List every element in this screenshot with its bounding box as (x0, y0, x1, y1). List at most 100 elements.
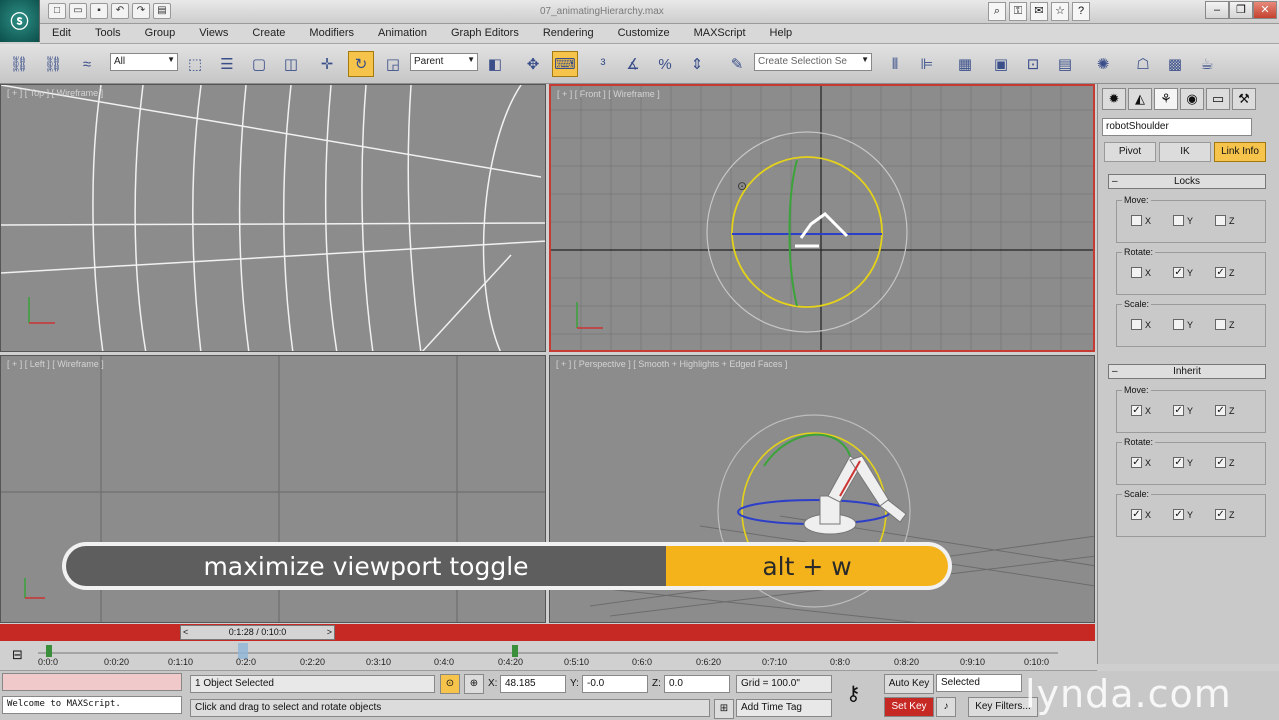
reference-coordinate-dropdown[interactable]: Parent ▼ (410, 53, 478, 71)
viewport-label-top[interactable]: [ + ] [ Top ] [ Wireframe ] (7, 88, 103, 98)
inherit-move-x-checkbox[interactable]: ✓ X (1131, 405, 1151, 416)
inherit-move-z-checkbox[interactable]: ✓ Z (1215, 405, 1235, 416)
redo-icon[interactable]: ↷ (132, 3, 150, 19)
viewport-label-left[interactable]: [ + ] [ Left ] [ Wireframe ] (7, 359, 104, 369)
snaps-toggle-icon[interactable]: ³ (590, 51, 616, 77)
add-time-tag[interactable]: Add Time Tag (736, 699, 832, 717)
absolute-mode-icon[interactable]: ⊕ (464, 674, 484, 694)
x-coordinate-input[interactable]: 48.185 (500, 675, 566, 693)
undo-icon[interactable]: ↶ (111, 3, 129, 19)
key-icon[interactable]: ⚿ (1009, 2, 1027, 21)
unlink-selection-icon[interactable]: ⛓ (40, 51, 66, 77)
inherit-rotate-x-checkbox[interactable]: ✓ X (1131, 457, 1151, 468)
rendered-frame-window-icon[interactable]: ▩ (1162, 51, 1188, 77)
menu-tools[interactable]: Tools (83, 24, 133, 43)
ik-button[interactable]: IK (1159, 142, 1211, 162)
graphite-toolset-icon[interactable]: ▣ (988, 51, 1014, 77)
angle-snap-icon[interactable]: ∡ (620, 51, 646, 77)
lock-scale-z-checkbox[interactable]: Z (1215, 319, 1235, 330)
select-object-icon[interactable]: ⬚ (182, 51, 208, 77)
menu-help[interactable]: Help (758, 24, 805, 43)
mini-curve-editor-icon[interactable]: ⊟ (12, 647, 23, 663)
menu-group[interactable]: Group (133, 24, 188, 43)
keyboard-shortcut-override-icon[interactable]: ⌨ (552, 51, 578, 77)
lock-move-x-checkbox[interactable]: X (1131, 215, 1151, 226)
z-coordinate-input[interactable]: 0.0 (664, 675, 730, 693)
link-info-button[interactable]: Link Info (1214, 142, 1266, 162)
viewport-top[interactable]: [ + ] [ Top ] [ Wireframe ] (0, 84, 546, 352)
viewport-label-perspective[interactable]: [ + ] [ Perspective ] [ Smooth + Highlig… (556, 359, 787, 369)
binoculars-icon[interactable]: ⌕ (988, 2, 1006, 21)
pivot-center-icon[interactable]: ◧ (482, 51, 508, 77)
display-tab-icon[interactable]: ▭ (1206, 88, 1230, 110)
inherit-scale-x-checkbox[interactable]: ✓ X (1131, 509, 1151, 520)
viewport-front[interactable]: ⊙ [ + ] [ Front ] [ Wireframe ] (549, 84, 1095, 352)
lock-move-y-checkbox[interactable]: Y (1173, 215, 1193, 226)
favorites-icon[interactable]: ☆ (1051, 2, 1069, 21)
selection-lock-icon[interactable]: ⊙ (440, 674, 460, 694)
time-slider-track[interactable]: < 0:1:28 / 0:10:0 > (0, 624, 1095, 641)
pivot-button[interactable]: Pivot (1104, 142, 1156, 162)
align-icon[interactable]: ⊫ (914, 51, 940, 77)
select-and-link-icon[interactable]: ⛓ (6, 51, 32, 77)
motion-tab-icon[interactable]: ◉ (1180, 88, 1204, 110)
time-slider-thumb[interactable]: < 0:1:28 / 0:10:0 > (180, 625, 335, 640)
maxscript-mini-listener[interactable]: Welcome to MAXScript. (2, 696, 182, 714)
auto-key-button[interactable]: Auto Key (884, 674, 934, 694)
key-mode-dropdown[interactable]: Selected (936, 674, 1022, 692)
lock-move-z-checkbox[interactable]: Z (1215, 215, 1235, 226)
spinner-snap-icon[interactable]: ⇕ (684, 51, 710, 77)
communication-center-icon[interactable]: ✉ (1030, 2, 1048, 21)
edit-named-selections-icon[interactable]: ✎ (724, 51, 750, 77)
window-crossing-icon[interactable]: ◫ (278, 51, 304, 77)
curve-editor-icon[interactable]: ⊡ (1020, 51, 1046, 77)
set-key-button[interactable]: Set Key (884, 697, 934, 717)
lock-scale-x-checkbox[interactable]: X (1131, 319, 1151, 330)
track-bar[interactable]: ⊟ 0:0:0 0:0:20 0:1:10 0:2:0 0:2:20 0:3:1… (0, 641, 1097, 671)
select-and-rotate-icon[interactable]: ↻ (348, 51, 374, 77)
named-selection-sets-dropdown[interactable]: Create Selection Se ▼ (754, 53, 872, 71)
set-key-mode-key-icon[interactable]: ⚷ (846, 681, 861, 706)
menu-create[interactable]: Create (240, 24, 297, 43)
utilities-tab-icon[interactable]: ⚒ (1232, 88, 1256, 110)
inherit-move-y-checkbox[interactable]: ✓ Y (1173, 405, 1193, 416)
time-slider-prev[interactable]: < (183, 626, 188, 639)
render-setup-icon[interactable]: ☖ (1130, 51, 1156, 77)
menu-maxscript[interactable]: MAXScript (682, 24, 758, 43)
application-button[interactable]: ⓢ (0, 0, 40, 42)
inherit-rollout-header[interactable]: – Inherit (1108, 364, 1266, 379)
lock-scale-y-checkbox[interactable]: Y (1173, 319, 1193, 330)
schematic-view-icon[interactable]: ▤ (1052, 51, 1078, 77)
menu-customize[interactable]: Customize (606, 24, 682, 43)
bind-to-space-warp-icon[interactable]: ≈ (74, 51, 100, 77)
inherit-scale-z-checkbox[interactable]: ✓ Z (1215, 509, 1235, 520)
lock-rotate-x-checkbox[interactable]: X (1131, 267, 1151, 278)
hierarchy-tab-icon[interactable]: ⚘ (1154, 88, 1178, 110)
rectangular-selection-icon[interactable]: ▢ (246, 51, 272, 77)
minimize-button[interactable]: – (1205, 1, 1229, 19)
create-tab-icon[interactable]: ✹ (1102, 88, 1126, 110)
select-and-move-icon[interactable]: ✛ (314, 51, 340, 77)
new-scene-icon[interactable]: □ (48, 3, 66, 19)
lock-rotate-y-checkbox[interactable]: ✓ Y (1173, 267, 1193, 278)
inherit-rotate-y-checkbox[interactable]: ✓ Y (1173, 457, 1193, 468)
menu-rendering[interactable]: Rendering (531, 24, 606, 43)
time-tag-icon[interactable]: ⊞ (714, 699, 734, 719)
locks-rollout-header[interactable]: – Locks (1108, 174, 1266, 189)
menu-animation[interactable]: Animation (366, 24, 439, 43)
menu-graph-editors[interactable]: Graph Editors (439, 24, 531, 43)
selection-filter-dropdown[interactable]: All ▼ (110, 53, 178, 71)
inherit-rotate-z-checkbox[interactable]: ✓ Z (1215, 457, 1235, 468)
maxscript-mini-listener-pink[interactable] (2, 673, 182, 691)
select-by-name-icon[interactable]: ☰ (214, 51, 240, 77)
object-name-field[interactable]: robotShoulder (1102, 118, 1252, 136)
time-slider-next[interactable]: > (327, 626, 332, 639)
lock-rotate-z-checkbox[interactable]: ✓ Z (1215, 267, 1235, 278)
select-and-manipulate-icon[interactable]: ✥ (520, 51, 546, 77)
menu-modifiers[interactable]: Modifiers (297, 24, 366, 43)
project-folder-icon[interactable]: ▤ (153, 3, 171, 19)
inherit-scale-y-checkbox[interactable]: ✓ Y (1173, 509, 1193, 520)
help-icon[interactable]: ? (1072, 2, 1090, 21)
open-file-icon[interactable]: ▭ (69, 3, 87, 19)
select-and-scale-icon[interactable]: ◲ (380, 51, 406, 77)
